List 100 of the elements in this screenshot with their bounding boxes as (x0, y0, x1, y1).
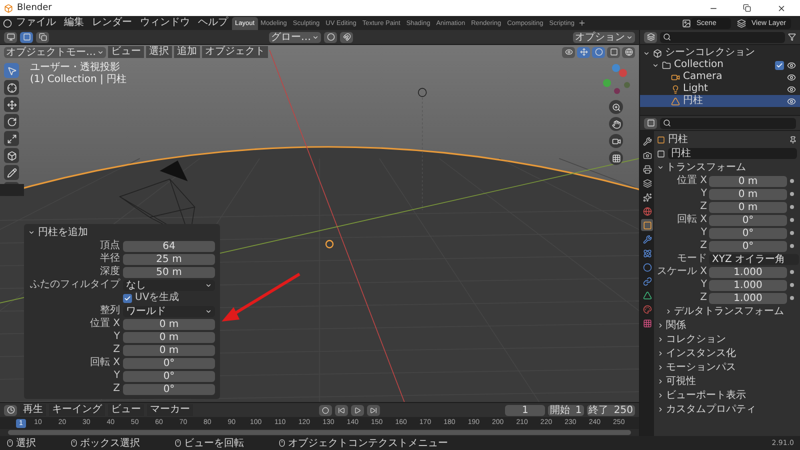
menu-item[interactable]: 再生 (20, 404, 46, 416)
properties-tab[interactable] (641, 317, 653, 329)
properties-tab[interactable] (641, 233, 653, 245)
collapse-caret-icon[interactable] (657, 164, 664, 171)
number-field[interactable]: 1.000 (709, 280, 787, 290)
section-title[interactable]: ビューポート表示 (666, 390, 746, 402)
tool-button[interactable] (4, 63, 19, 78)
number-field[interactable]: 0° (709, 228, 787, 238)
number-field[interactable]: 1.000 (709, 266, 787, 278)
shading-button[interactable] (622, 46, 635, 58)
add-icon[interactable] (578, 19, 586, 27)
keyframe-dot-icon[interactable] (789, 295, 795, 301)
keyframe-dot-icon[interactable] (789, 269, 795, 275)
dropdown[interactable]: ワールド (123, 306, 215, 316)
number-field[interactable]: 0 m (709, 176, 787, 186)
keyframe-dot-icon[interactable] (789, 191, 795, 197)
dropdown[interactable]: なし (123, 280, 215, 290)
menu-item[interactable]: ビュー (108, 404, 144, 416)
play-button[interactable] (350, 404, 364, 416)
options-dropdown[interactable]: オプション (573, 32, 635, 42)
number-field[interactable]: 0 m (709, 202, 787, 212)
properties-tab[interactable] (641, 177, 653, 189)
menu-item[interactable]: 編集 (60, 17, 88, 29)
select-mode-button[interactable] (36, 32, 49, 42)
section-title[interactable]: 可視性 (666, 376, 696, 388)
layers-icon[interactable] (737, 18, 746, 28)
properties-tab[interactable] (641, 219, 653, 231)
tool-button[interactable] (4, 165, 19, 180)
section-title[interactable]: トランスフォーム (666, 162, 746, 174)
tool-button[interactable] (4, 148, 19, 163)
number-field[interactable]: 0° (123, 358, 215, 368)
outliner-item[interactable]: Camera (640, 71, 800, 83)
xray-button[interactable] (607, 46, 620, 58)
editor-type-button[interactable] (4, 404, 17, 416)
select-mode-button[interactable] (20, 32, 33, 42)
menu-item[interactable]: ウィンドウ (136, 17, 194, 29)
camera-view-button[interactable] (609, 134, 623, 148)
exclude-checkbox[interactable] (775, 60, 784, 70)
mode-dropdown[interactable]: オブジェクトモー… (4, 46, 106, 58)
name-field[interactable]: 円柱 (668, 148, 797, 159)
pan-button[interactable] (609, 117, 623, 131)
properties-tab[interactable] (641, 261, 653, 273)
number-field[interactable]: 0° (123, 384, 215, 394)
gizmo-button[interactable] (577, 46, 590, 58)
eye-icon[interactable] (787, 72, 796, 82)
number-field[interactable]: 0° (123, 370, 215, 382)
section-title[interactable]: デルタトランスフォーム (674, 306, 784, 318)
section-title[interactable]: コレクション (666, 334, 726, 346)
keyframe-dot-icon[interactable] (789, 178, 795, 184)
properties-tab[interactable] (641, 303, 653, 315)
number-field[interactable]: 0 m (123, 332, 215, 342)
editor-type-button[interactable] (4, 32, 17, 42)
properties-tab[interactable] (641, 247, 653, 259)
number-field[interactable]: 0° (709, 214, 787, 226)
menu-item[interactable]: マーカー (147, 404, 193, 416)
outliner-item[interactable]: 円柱 (640, 95, 800, 107)
number-field[interactable]: 25 m (123, 254, 215, 264)
menu-item[interactable]: 選択 (146, 46, 172, 58)
number-field[interactable]: 1.000 (709, 292, 787, 304)
search-field[interactable] (660, 32, 785, 42)
keyframe-dot-icon[interactable] (789, 230, 795, 236)
jump-start-button[interactable] (334, 404, 348, 416)
number-field[interactable]: 50 m (123, 266, 215, 278)
dropdown[interactable]: XYZ オイラー角 (709, 254, 799, 264)
snap-button[interactable] (340, 32, 353, 42)
tool-button[interactable] (4, 80, 19, 95)
menu-item[interactable]: ファイル (12, 17, 60, 29)
orientation-dropdown[interactable]: グロー… (269, 32, 321, 42)
number-field[interactable]: 0 m (709, 188, 787, 200)
grid-button[interactable] (609, 151, 623, 165)
section-title[interactable]: カスタムプロパティ (666, 404, 756, 416)
menu-item[interactable]: オブジェクト (202, 46, 268, 58)
keyframe-dot-icon[interactable] (789, 243, 795, 249)
properties-tab[interactable] (641, 135, 653, 147)
properties-tab[interactable] (641, 205, 653, 217)
menu-item[interactable]: ヘルプ (194, 17, 232, 29)
section-title[interactable]: モーションパス (666, 362, 736, 374)
tool-button[interactable] (4, 114, 19, 129)
record-button[interactable] (318, 404, 332, 416)
filter-icon[interactable] (788, 33, 796, 41)
outliner-item[interactable]: Light (640, 83, 800, 95)
menu-item[interactable]: キーイング (49, 404, 105, 416)
outliner-item[interactable]: シーンコレクション (640, 47, 800, 59)
number-field[interactable]: 0 m (123, 318, 215, 330)
timeline-scrollbar[interactable] (8, 430, 631, 435)
visibility-button[interactable] (562, 46, 575, 58)
properties-tab[interactable] (641, 149, 653, 161)
editor-type-button[interactable] (644, 32, 657, 42)
editor-type-button[interactable] (644, 118, 657, 128)
search-field[interactable] (660, 118, 796, 128)
pin-icon[interactable] (789, 136, 797, 144)
menu-item[interactable]: レンダー (88, 17, 136, 29)
keyframe-dot-icon[interactable] (789, 204, 795, 210)
menu-item[interactable]: 追加 (174, 46, 200, 58)
properties-tab[interactable] (641, 163, 653, 175)
eye-icon[interactable] (787, 60, 796, 70)
properties-tab[interactable] (641, 275, 653, 287)
eye-icon[interactable] (787, 96, 796, 106)
current-frame-field[interactable]: 1 (505, 404, 546, 416)
jump-end-button[interactable] (366, 404, 380, 416)
